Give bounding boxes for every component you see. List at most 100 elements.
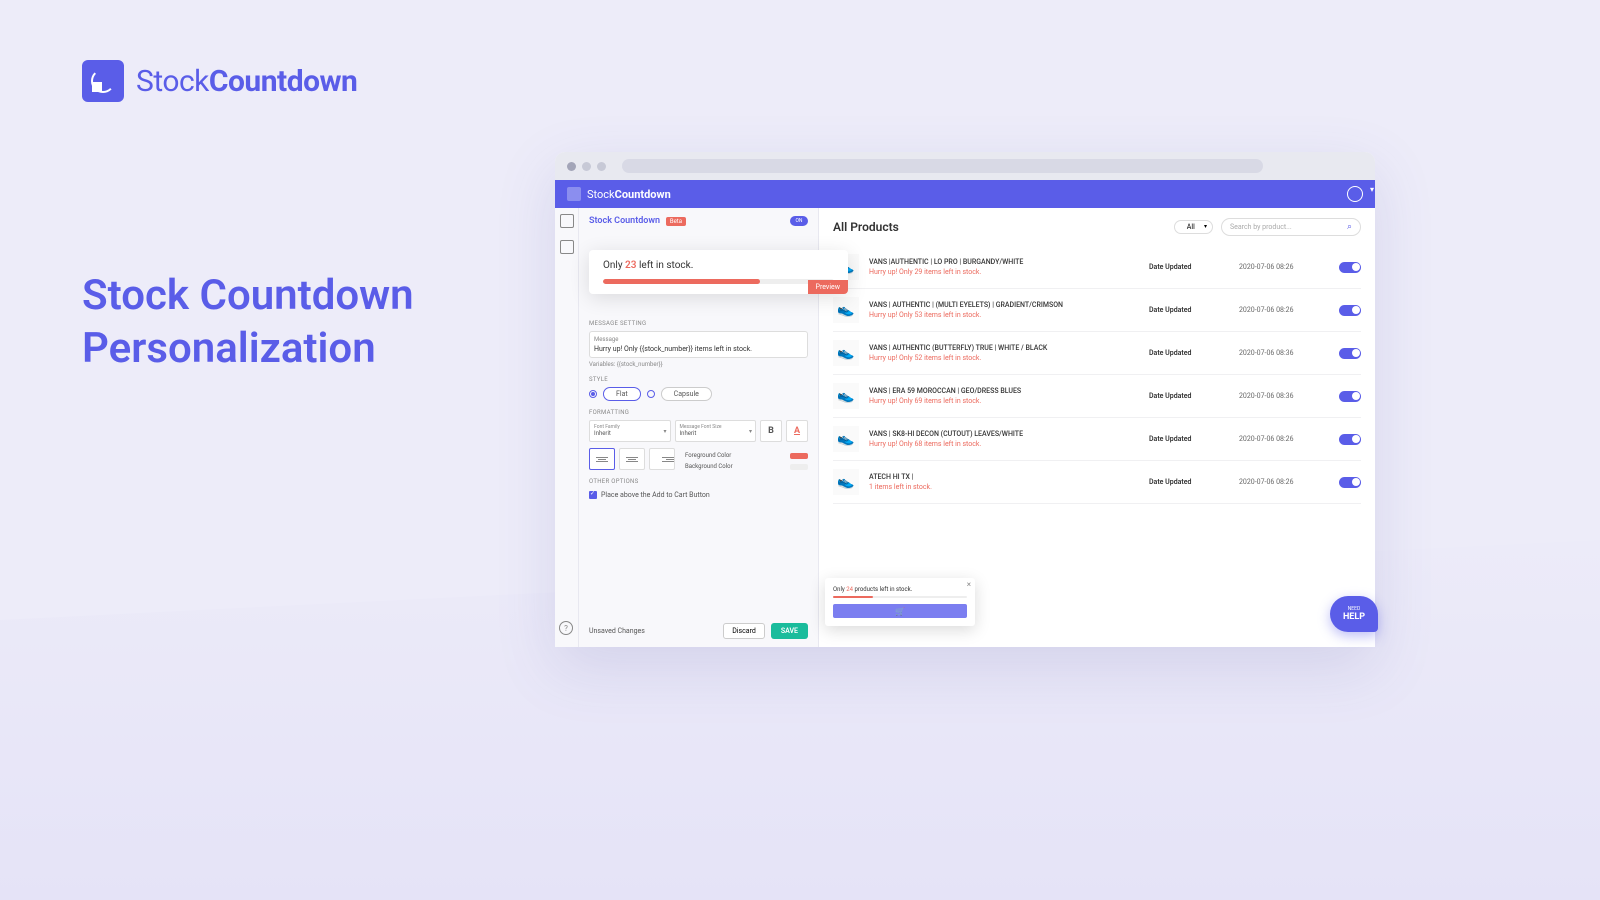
product-meta-label: Date Updated [1149, 263, 1229, 271]
help-bubble[interactable]: NEED HELP [1330, 596, 1378, 632]
window-maximize-icon[interactable] [597, 162, 606, 171]
font-family-dropdown[interactable]: Font Family Inherit [589, 420, 671, 442]
brand-logo: StockCountdown [82, 60, 357, 102]
product-info: VANS | SK8-HI DECON (CUTOUT) LEAVES/WHIT… [869, 430, 1139, 448]
product-info: VANS | ERA 59 MOROCCAN | GEO/DRESS BLUES… [869, 387, 1139, 405]
preview-progress-bar [603, 279, 834, 284]
product-list: 👟 VANS |AUTHENTIC | LO PRO | BURGANDY/WHI… [833, 246, 1361, 504]
font-size-dropdown[interactable]: Message Font Size Inherit [675, 420, 757, 442]
placement-label: Place above the Add to Cart Button [601, 491, 710, 499]
product-toggle[interactable] [1339, 305, 1361, 316]
product-info: VANS |AUTHENTIC | LO PRO | BURGANDY/WHIT… [869, 258, 1139, 276]
style-flat-radio[interactable] [589, 390, 597, 398]
browser-window: StockCountdown Stock Countdown Beta Only… [555, 152, 1375, 647]
product-stock-message: Hurry up! Only 69 items left in stock. [869, 397, 1139, 405]
style-capsule-radio[interactable] [647, 390, 655, 398]
settings-header: Stock Countdown Beta [589, 216, 808, 226]
product-row[interactable]: 👟VANS |AUTHENTIC | LO PRO | BURGANDY/WHI… [833, 246, 1361, 289]
product-stock-message: Hurry up! Only 53 items left in stock. [869, 311, 1139, 319]
product-row[interactable]: 👟VANS | AUTHENTIC (BUTTERFLY) TRUE | WHI… [833, 332, 1361, 375]
headline-line-2: Personalization [82, 323, 414, 376]
style-capsule-option[interactable]: Capsule [661, 387, 712, 401]
product-date: 2020-07-06 08:36 [1239, 392, 1329, 400]
align-center-button[interactable] [619, 448, 645, 470]
window-close-icon[interactable] [567, 162, 576, 171]
foreground-color-row[interactable]: Foreground Color [685, 452, 808, 459]
product-meta-label: Date Updated [1149, 435, 1229, 443]
product-row[interactable]: 👟 ATECH HI TX | 1 items left in stock. Date… [833, 461, 1361, 504]
sidebar-nav-icon-1[interactable] [560, 214, 574, 228]
products-title: All Products [833, 220, 899, 234]
product-stock-message: Hurry up! Only 29 items left in stock. [869, 268, 1139, 276]
product-thumbnail: 👟 [833, 383, 859, 409]
settings-title: Stock Countdown [589, 216, 660, 226]
user-menu-icon[interactable] [1347, 186, 1363, 202]
settings-panel: Stock Countdown Beta Only 23 left in sto… [579, 208, 819, 647]
align-left-button[interactable] [589, 448, 615, 470]
align-right-button[interactable] [649, 448, 675, 470]
discard-button[interactable]: Discard [723, 623, 765, 639]
product-date: 2020-07-06 08:26 [1239, 263, 1329, 271]
mini-popup-text: Only 24 products left in stock. [833, 586, 967, 593]
placement-checkbox[interactable] [589, 491, 597, 499]
product-toggle[interactable] [1339, 434, 1361, 445]
help-icon[interactable]: ? [559, 621, 573, 635]
product-date: 2020-07-06 08:36 [1239, 349, 1329, 357]
product-toggle[interactable] [1339, 391, 1361, 402]
product-toggle[interactable] [1339, 348, 1361, 359]
app-header: StockCountdown [555, 180, 1375, 208]
headline-line-1: Stock Countdown [82, 270, 414, 323]
product-info: ATECH HI TX | 1 items left in stock. [869, 473, 1139, 491]
product-toggle[interactable] [1339, 262, 1361, 273]
product-stock-message: 1 items left in stock. [869, 483, 1139, 491]
product-thumbnail: 👟 [833, 469, 859, 495]
app-title: StockCountdown [587, 188, 671, 201]
product-date: 2020-07-06 08:26 [1239, 435, 1329, 443]
browser-chrome [555, 152, 1375, 180]
color-button[interactable]: A [786, 420, 808, 442]
product-toggle[interactable] [1339, 477, 1361, 488]
products-filter-dropdown[interactable]: All [1174, 220, 1213, 234]
brand-logo-icon [82, 60, 124, 102]
feature-toggle[interactable] [790, 216, 808, 226]
close-icon[interactable]: × [967, 580, 971, 589]
preview-card: Only 23 left in stock. Preview [589, 250, 848, 294]
product-name: VANS |AUTHENTIC | LO PRO | BURGANDY/WHIT… [869, 258, 1139, 266]
product-meta-label: Date Updated [1149, 306, 1229, 314]
product-date: 2020-07-06 08:26 [1239, 478, 1329, 486]
style-flat-option[interactable]: Flat [603, 387, 641, 401]
placement-checkbox-row[interactable]: Place above the Add to Cart Button [589, 491, 808, 499]
mini-progress-bar [833, 596, 967, 598]
products-search-input[interactable]: Search by product... ⌕ [1221, 218, 1361, 236]
message-label: Message [594, 336, 803, 343]
product-meta-label: Date Updated [1149, 478, 1229, 486]
product-row[interactable]: 👟 VANS | SK8-HI DECON (CUTOUT) LEAVES/WHI… [833, 418, 1361, 461]
window-minimize-icon[interactable] [582, 162, 591, 171]
mini-preview-popup: × Only 24 products left in stock. 🛒 [825, 578, 975, 626]
sidebar-nav-icon-2[interactable] [560, 240, 574, 254]
product-row[interactable]: 👟 VANS | ERA 59 MOROCCAN | GEO/DRESS BLUE… [833, 375, 1361, 418]
beta-badge: Beta [666, 217, 686, 226]
url-bar[interactable] [622, 159, 1263, 173]
bold-button[interactable]: B [760, 420, 782, 442]
preview-text: Only 23 left in stock. [603, 260, 834, 271]
style-section-label: STYLE [589, 376, 808, 383]
formatting-section-label: FORMATTING [589, 409, 808, 416]
message-section-label: MESSAGE SETTING [589, 320, 808, 327]
product-meta-label: Date Updated [1149, 392, 1229, 400]
product-row[interactable]: 👟 VANS | AUTHENTIC | (MULTI EYELETS) | GR… [833, 289, 1361, 332]
brand-logo-text: StockCountdown [136, 64, 357, 99]
search-icon[interactable]: ⌕ [1347, 222, 1352, 232]
product-stock-message: Hurry up! Only 68 items left in stock. [869, 440, 1139, 448]
product-name: ATECH HI TX | [869, 473, 1139, 481]
mini-cart-button[interactable]: 🛒 [833, 604, 967, 618]
product-name: VANS | SK8-HI DECON (CUTOUT) LEAVES/WHIT… [869, 430, 1139, 438]
product-thumbnail: 👟 [833, 426, 859, 452]
background-color-row[interactable]: Background Color [685, 463, 808, 470]
product-thumbnail: 👟 [833, 297, 859, 323]
product-name: VANS | AUTHENTIC | (MULTI EYELETS) | GRA… [869, 301, 1139, 309]
message-value: Hurry up! Only {{stock_number}} items le… [594, 345, 803, 353]
message-input[interactable]: Message Hurry up! Only {{stock_number}} … [589, 331, 808, 358]
save-button[interactable]: SAVE [771, 623, 808, 639]
preview-badge[interactable]: Preview [808, 280, 848, 294]
